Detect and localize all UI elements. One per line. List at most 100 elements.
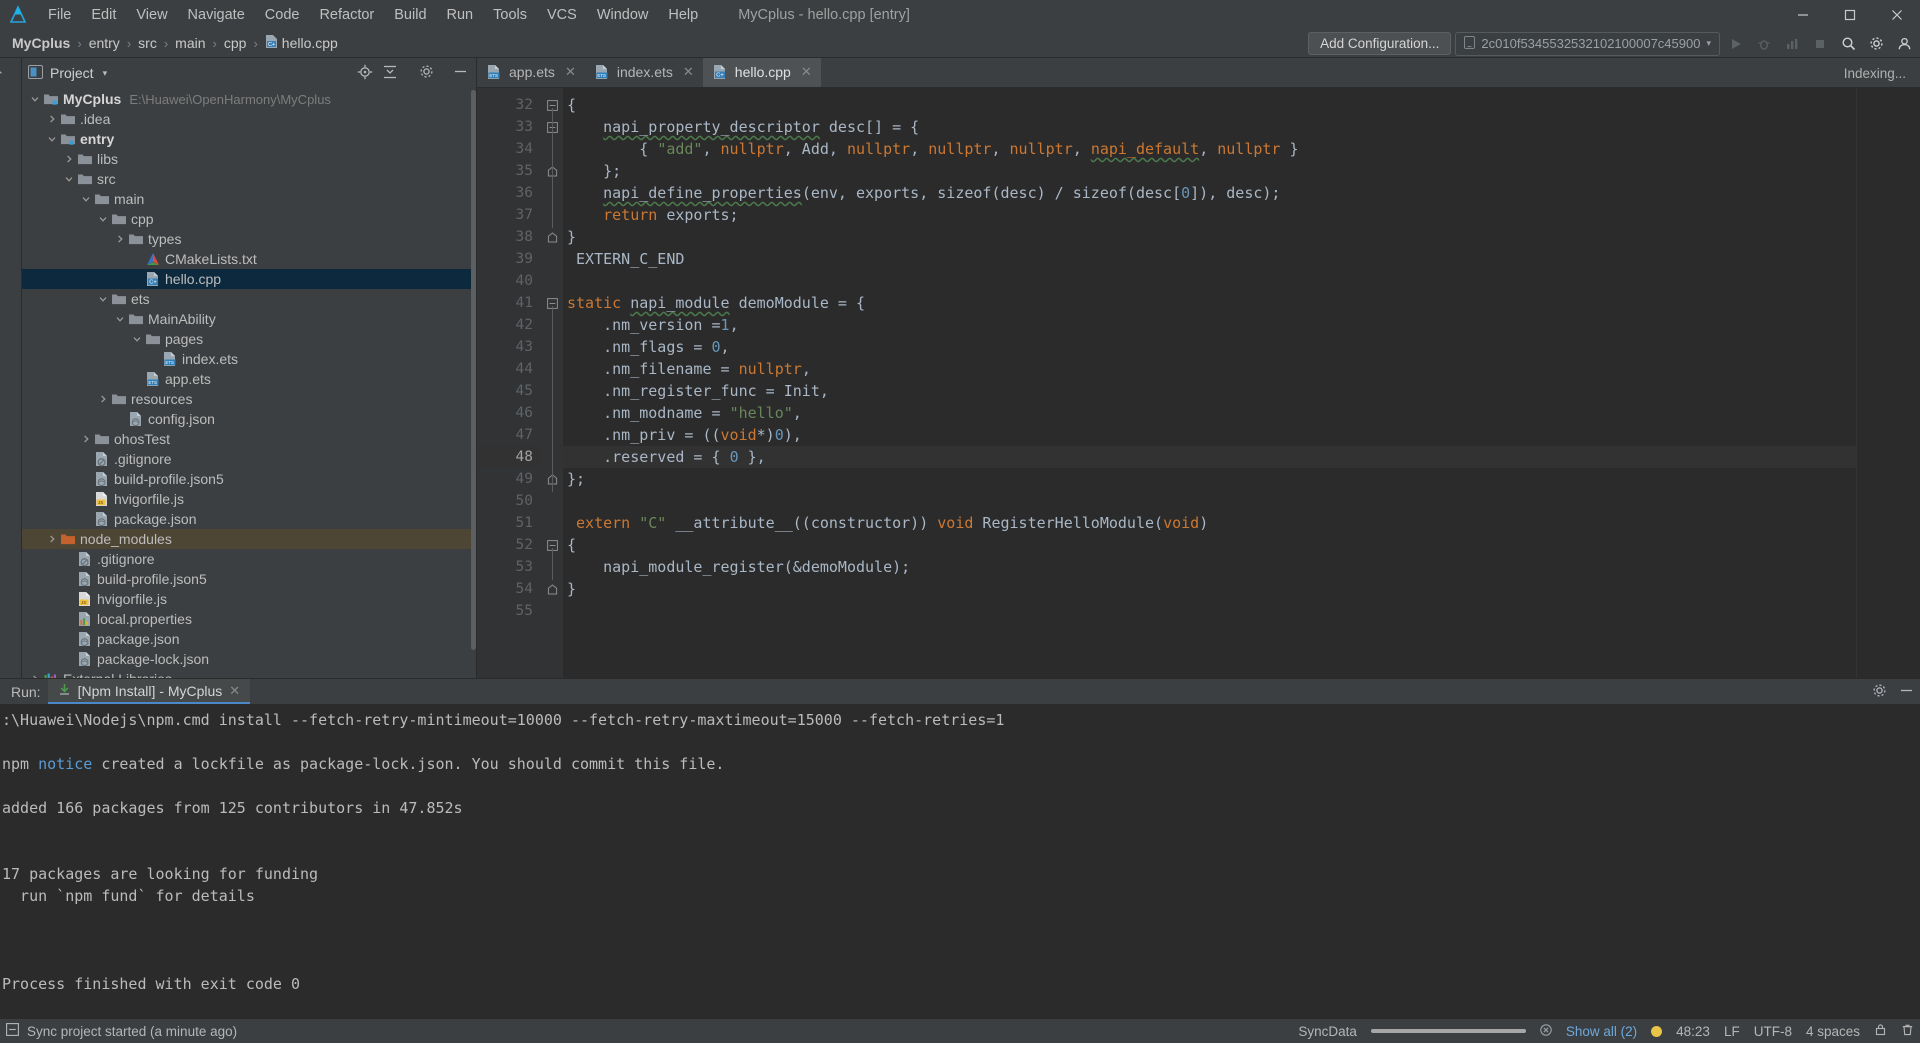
tree-toggle-expanded-icon[interactable] (79, 194, 93, 204)
show-all-link[interactable]: Show all (2) (1566, 1024, 1637, 1039)
tree-item-external-libraries[interactable]: External Libraries (22, 669, 476, 678)
tree-item-libs[interactable]: libs (22, 149, 476, 169)
menu-item-window[interactable]: Window (587, 4, 659, 26)
account-icon[interactable] (1892, 32, 1916, 56)
tree-item-package-lock-json[interactable]: package-lock.json (22, 649, 476, 669)
collapse-all-icon[interactable] (382, 64, 398, 83)
device-selector[interactable]: 2c010f5345532532102100007c45900 ▾ (1455, 31, 1720, 56)
search-icon[interactable] (1836, 32, 1860, 56)
editor-tabs[interactable]: ETS app.ets ✕ ETS index.ets ✕ C+ hello.cpp ✕ Inde… (477, 58, 1920, 88)
tree-toggle-expanded-icon[interactable] (96, 214, 110, 224)
menu-item-run[interactable]: Run (437, 4, 484, 26)
project-tree-scrollbar[interactable] (471, 90, 476, 650)
stop-icon[interactable] (1808, 32, 1832, 56)
project-tree[interactable]: MyCplus E:\Huawei\OpenHarmony\MyCplus .ide… (22, 88, 476, 678)
tree-item-ets[interactable]: ets (22, 289, 476, 309)
tree-item-build-profile-json5[interactable]: build-profile.json5 (22, 469, 476, 489)
tool-window-button-project[interactable]: Project (0, 32, 2, 92)
menu-item-tools[interactable]: Tools (483, 4, 537, 26)
code-line[interactable]: EXTERN_C_END (563, 248, 1856, 270)
tree-toggle-collapsed-icon[interactable] (113, 234, 127, 244)
code-line[interactable]: return exports; (563, 204, 1856, 226)
tree-item--idea[interactable]: .idea (22, 109, 476, 129)
run-console-output[interactable]: :\Huawei\Nodejs\npm.cmd install --fetch-… (0, 704, 1920, 1018)
menu-item-build[interactable]: Build (384, 4, 436, 26)
code-line[interactable]: .nm_version =1, (563, 314, 1856, 336)
project-panel-actions[interactable] (357, 64, 472, 83)
tree-item-local-properties[interactable]: local.properties (22, 609, 476, 629)
editor-tab-app-ets[interactable]: ETS app.ets ✕ (477, 58, 585, 87)
chevron-down-icon[interactable]: ▾ (103, 68, 108, 79)
breadcrumb-item-3[interactable]: main (171, 33, 209, 53)
tree-toggle-expanded-icon[interactable] (28, 94, 42, 104)
fold-end-icon[interactable] (541, 578, 563, 600)
menu-item-help[interactable]: Help (658, 4, 708, 26)
add-configuration-button[interactable]: Add Configuration... (1308, 32, 1452, 55)
tree-toggle-collapsed-icon[interactable] (45, 114, 59, 124)
tree-item-hvigorfile-js[interactable]: JS hvigorfile.js (22, 589, 476, 609)
cancel-icon[interactable] (1540, 1023, 1552, 1039)
trash-icon[interactable] (1901, 1023, 1914, 1039)
code-line[interactable]: .nm_register_func = Init, (563, 380, 1856, 402)
menu-item-code[interactable]: Code (255, 4, 310, 26)
code-line[interactable]: .nm_priv = ((void*)0), (563, 424, 1856, 446)
gear-icon[interactable] (419, 64, 434, 82)
tree-toggle-collapsed-icon[interactable] (45, 534, 59, 544)
code-line[interactable]: } (563, 578, 1856, 600)
code-line[interactable]: .nm_flags = 0, (563, 336, 1856, 358)
code-line[interactable]: }; (563, 468, 1856, 490)
run-icon[interactable] (1724, 32, 1748, 56)
tree-item-package-json[interactable]: package.json (22, 629, 476, 649)
menu-bar[interactable]: File Edit View Navigate Code Refactor Bu… (38, 4, 708, 26)
tree-toggle-collapsed-icon[interactable] (96, 394, 110, 404)
code-line[interactable] (563, 600, 1856, 622)
hide-icon[interactable] (453, 64, 468, 82)
window-controls[interactable] (1779, 0, 1920, 29)
code-line[interactable] (563, 270, 1856, 292)
code-line[interactable]: } (563, 226, 1856, 248)
profile-icon[interactable] (1780, 32, 1804, 56)
tree-item-package-json[interactable]: package.json (22, 509, 476, 529)
close-icon[interactable]: ✕ (683, 64, 694, 80)
left-tool-strip[interactable]: Project (0, 55, 22, 678)
locate-file-icon[interactable] (357, 64, 373, 83)
menu-item-navigate[interactable]: Navigate (178, 4, 255, 26)
tree-item-index-ets[interactable]: ETS index.ets (22, 349, 476, 369)
tree-item-cmakelists-txt[interactable]: CMakeLists.txt (22, 249, 476, 269)
breadcrumb-item-4[interactable]: cpp (220, 33, 251, 53)
close-icon[interactable]: ✕ (565, 64, 576, 80)
menu-item-view[interactable]: View (126, 4, 177, 26)
tree-toggle-expanded-icon[interactable] (62, 174, 76, 184)
code-line[interactable] (563, 490, 1856, 512)
tree-item-mainability[interactable]: MainAbility (22, 309, 476, 329)
menu-item-file[interactable]: File (38, 4, 81, 26)
tree-item-types[interactable]: types (22, 229, 476, 249)
code-line[interactable]: extern "C" __attribute__((constructor)) … (563, 512, 1856, 534)
tree-item-build-profile-json5[interactable]: build-profile.json5 (22, 569, 476, 589)
run-panel-actions[interactable] (1872, 683, 1914, 701)
tree-item-cpp[interactable]: cpp (22, 209, 476, 229)
tree-item-main[interactable]: main (22, 189, 476, 209)
menu-item-edit[interactable]: Edit (81, 4, 126, 26)
code-folding-column[interactable] (541, 88, 563, 678)
menu-item-refactor[interactable]: Refactor (309, 4, 384, 26)
code-editor[interactable]: 32 33 34 35 36 37 38 39 40 41 42 43 44 45 46 47 48 49 50 51… (477, 88, 1920, 678)
code-line[interactable]: { (563, 94, 1856, 116)
code-line[interactable]: napi_define_properties(env, exports, siz… (563, 182, 1856, 204)
caret-position[interactable]: 48:23 (1676, 1024, 1710, 1039)
tree-item-src[interactable]: src (22, 169, 476, 189)
tree-toggle-expanded-icon[interactable] (96, 294, 110, 304)
code-line[interactable]: .reserved = { 0 }, (563, 446, 1856, 468)
code-line[interactable]: napi_property_descriptor desc[] = { (563, 116, 1856, 138)
breadcrumb-item-1[interactable]: entry (85, 33, 124, 53)
tree-item-node-modules[interactable]: node_modules (22, 529, 476, 549)
code-content[interactable]: { napi_property_descriptor desc[] = { { … (563, 88, 1856, 678)
breadcrumb-item-2[interactable]: src (134, 33, 161, 53)
tree-item-resources[interactable]: resources (22, 389, 476, 409)
tree-item-entry[interactable]: entry (22, 129, 476, 149)
tree-toggle-expanded-icon[interactable] (130, 334, 144, 344)
tree-item-config-json[interactable]: config.json (22, 409, 476, 429)
tree-item-app-ets[interactable]: ETS app.ets (22, 369, 476, 389)
debug-icon[interactable] (1752, 32, 1776, 56)
tree-item--gitignore[interactable]: .gitignore (22, 449, 476, 469)
